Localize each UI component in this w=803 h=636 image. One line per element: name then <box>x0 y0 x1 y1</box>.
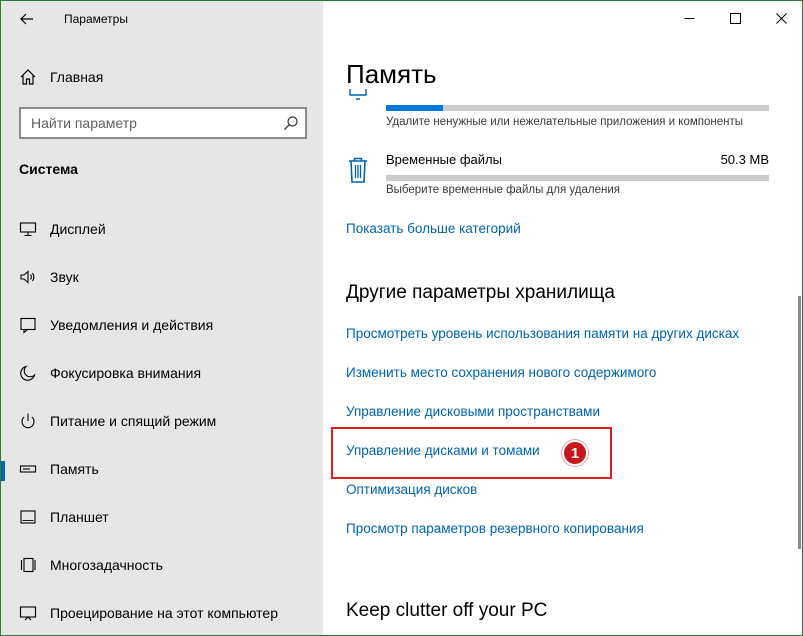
sidebar-item-multitasking[interactable]: Многозадачность <box>1 543 323 591</box>
sidebar-item-home[interactable]: Главная <box>1 61 323 93</box>
search-input[interactable] <box>21 109 271 137</box>
sidebar-item-display[interactable]: Дисплей <box>1 207 323 255</box>
maximize-icon <box>729 12 741 24</box>
settings-window: Параметры Главная Система Дисплей <box>0 0 803 636</box>
search-icon[interactable] <box>283 115 299 131</box>
temp-files-size: 50.3 MB <box>720 152 769 167</box>
sidebar-item-label: Планшет <box>50 509 109 525</box>
page-title: Память <box>346 59 437 89</box>
back-arrow-icon <box>20 13 33 25</box>
temp-files-usage-bar <box>386 175 769 181</box>
apps-category-description: Удалите ненужные или нежелательные прило… <box>386 116 744 128</box>
apps-usage-fill <box>386 105 444 111</box>
other-drives-usage-link[interactable]: Просмотреть уровень использования памяти… <box>346 326 739 341</box>
change-save-location-link[interactable]: Изменить место сохранения нового содержи… <box>346 365 656 380</box>
apps-category[interactable]: Удалите ненужные или нежелательные прило… <box>346 89 776 133</box>
step-number-badge: 1 <box>562 440 588 466</box>
minimize-icon <box>684 17 694 19</box>
sidebar-item-tablet[interactable]: Планшет <box>1 495 323 543</box>
trash-icon <box>349 157 367 183</box>
optimize-drives-link[interactable]: Оптимизация дисков <box>346 482 477 497</box>
show-more-categories-link[interactable]: Показать больше категорий <box>346 221 521 236</box>
temp-files-description: Выберите временные файлы для удаления <box>386 184 620 196</box>
sidebar-item-label: Проецирование на этот компьютер <box>50 605 278 621</box>
apps-icon <box>349 89 367 100</box>
backup-options-link[interactable]: Просмотр параметров резервного копирован… <box>346 521 644 536</box>
home-icon <box>20 69 36 85</box>
notification-icon <box>20 317 36 334</box>
back-button[interactable] <box>11 5 43 33</box>
sidebar-item-sound[interactable]: Звук <box>1 255 323 303</box>
sidebar-nav: Дисплей Звук Уведомления и действия Фоку… <box>1 207 323 635</box>
temp-files-name: Временные файлы <box>386 152 502 167</box>
projection-icon <box>19 606 37 621</box>
sidebar-item-label: Фокусировка внимания <box>50 365 202 381</box>
sidebar-item-label: Главная <box>50 69 104 85</box>
maximize-button[interactable] <box>712 1 758 35</box>
keep-clutter-title: Keep clutter off your PC <box>346 600 548 621</box>
power-icon <box>21 413 35 429</box>
window-controls <box>666 1 802 35</box>
sidebar-item-label: Уведомления и действия <box>50 317 214 333</box>
manage-disks-volumes-link[interactable]: Управление дисками и томами <box>346 443 540 458</box>
temp-files-category[interactable]: Временные файлы 50.3 MB Выберите временн… <box>346 149 776 201</box>
monitor-icon <box>19 222 37 237</box>
scrollbar-thumb[interactable] <box>798 296 801 549</box>
sidebar-item-label: Звук <box>50 269 79 285</box>
section-title: Система <box>19 161 78 177</box>
close-button[interactable] <box>758 1 802 35</box>
sidebar-item-label: Питание и спящий режим <box>50 413 217 429</box>
search-box <box>19 107 307 139</box>
moon-icon <box>20 365 36 381</box>
speaker-icon <box>20 270 35 284</box>
sidebar-item-storage[interactable]: Память <box>1 447 323 495</box>
sidebar-item-notifications[interactable]: Уведомления и действия <box>1 303 323 351</box>
other-storage-settings-title: Другие параметры хранилища <box>346 282 615 303</box>
sidebar-item-focus-assist[interactable]: Фокусировка внимания <box>1 351 323 399</box>
sidebar-item-projection[interactable]: Проецирование на этот компьютер <box>1 591 323 635</box>
sidebar-item-label: Память <box>50 461 99 477</box>
manage-storage-spaces-link[interactable]: Управление дисковыми пространствами <box>346 404 600 419</box>
sidebar-item-label: Дисплей <box>50 221 106 237</box>
apps-usage-bar <box>386 105 769 111</box>
sidebar-item-label: Многозадачность <box>50 557 163 573</box>
storage-icon <box>19 465 37 473</box>
window-title: Параметры <box>64 12 128 26</box>
tablet-icon <box>20 510 36 524</box>
close-icon <box>775 12 787 24</box>
multitasking-icon <box>20 557 36 573</box>
sidebar-item-power[interactable]: Питание и спящий режим <box>1 399 323 447</box>
minimize-button[interactable] <box>666 1 712 35</box>
sidebar: Параметры Главная Система Дисплей <box>1 1 323 635</box>
main-content: Память Удалите ненужные или нежелательны… <box>323 1 802 635</box>
